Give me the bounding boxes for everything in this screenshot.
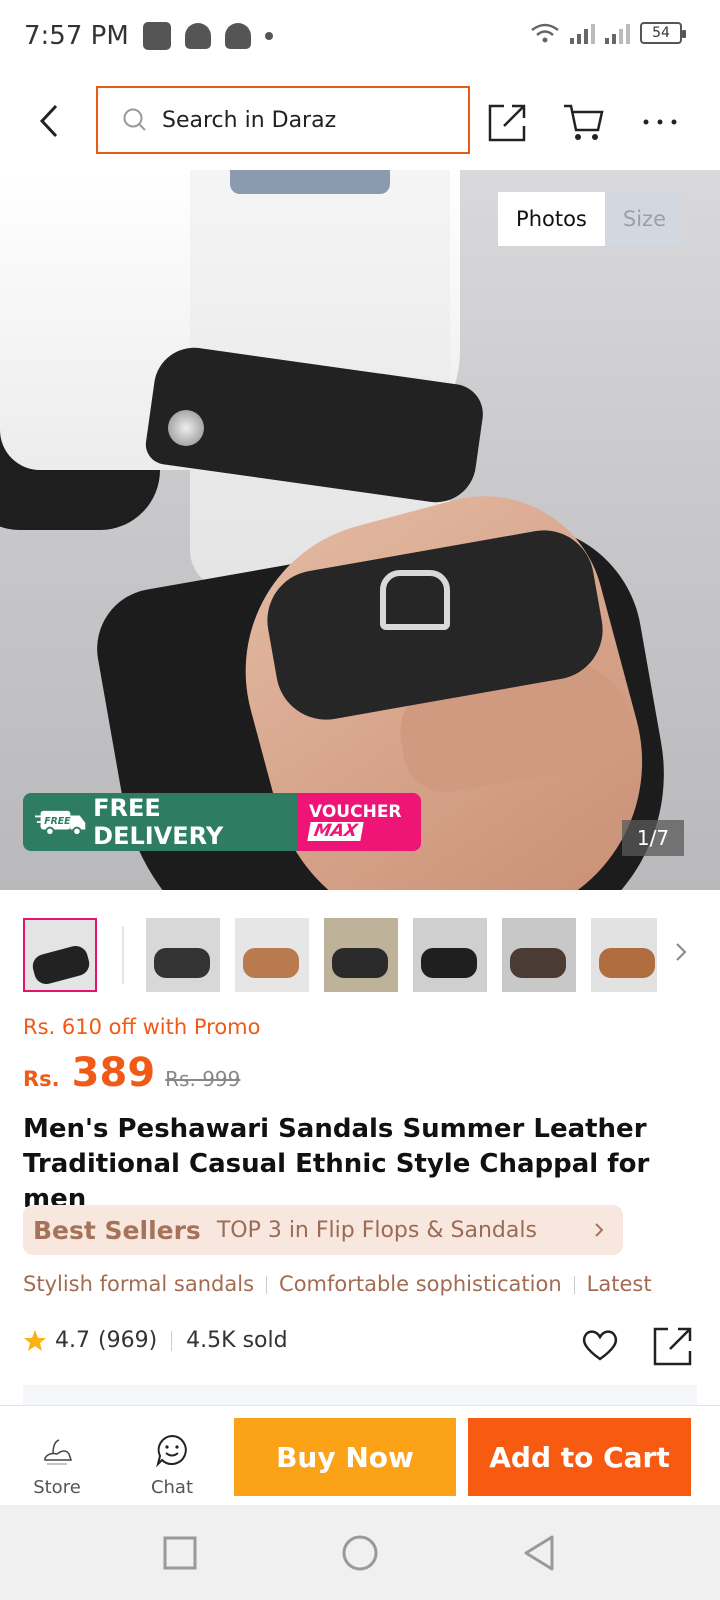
image-counter: 1/7: [622, 820, 684, 856]
tab-size[interactable]: Size: [604, 192, 684, 246]
store-logo-icon: [44, 1439, 73, 1465]
rating-count: (969): [98, 1328, 158, 1353]
original-price: Rs. 999: [165, 1067, 241, 1091]
rating-row[interactable]: 4.7 (969) 4.5K sold: [23, 1328, 288, 1353]
tag-item[interactable]: Comfortable sophistication: [279, 1272, 562, 1296]
voucher-max-badge: VOUCHER MAX: [297, 793, 421, 851]
photo-size-tabs: Photos Size: [498, 192, 684, 246]
snapchat-icon: [224, 23, 251, 49]
thumbnail-strip: [0, 910, 720, 994]
truck-icon: FREE: [35, 810, 86, 836]
chat-button[interactable]: Chat: [127, 1432, 217, 1498]
search-placeholder: Search in Daraz: [162, 107, 337, 133]
recent-apps-icon[interactable]: [160, 1533, 200, 1573]
rating-score: 4.7: [55, 1328, 90, 1353]
bestseller-logo: Best Sellers: [33, 1215, 201, 1245]
snapchat-icon: [184, 23, 211, 49]
chevron-right-icon[interactable]: [672, 940, 690, 964]
free-small-label: FREE: [44, 816, 71, 827]
share-icon[interactable]: [652, 1325, 694, 1367]
search-input[interactable]: Search in Daraz: [96, 86, 470, 154]
sold-count: 4.5K sold: [186, 1328, 288, 1353]
promo-badge: FREE FREE DELIVERY VOUCHER MAX: [23, 793, 421, 851]
battery-icon: 54: [640, 22, 686, 44]
status-bar: 7:57 PM 54: [0, 0, 720, 72]
promo-text: Rs. 610 off with Promo: [23, 1015, 261, 1039]
buy-now-button[interactable]: Buy Now: [234, 1418, 456, 1496]
chat-icon: [156, 1434, 187, 1468]
thumbnail[interactable]: [324, 918, 398, 992]
wifi-icon: [531, 23, 559, 43]
home-icon[interactable]: [340, 1533, 380, 1573]
store-label: Store: [33, 1477, 81, 1498]
free-delivery-label: FREE DELIVERY: [93, 794, 224, 850]
chevron-right-icon: [595, 1223, 604, 1237]
status-time: 7:57 PM: [24, 21, 129, 51]
store-button[interactable]: Store: [12, 1432, 102, 1498]
tab-photos[interactable]: Photos: [498, 192, 605, 246]
tag-item[interactable]: Latest: [587, 1272, 652, 1296]
back-icon[interactable]: [30, 98, 70, 144]
max-label: MAX: [307, 821, 364, 841]
voucher-label: VOUCHER: [309, 802, 402, 822]
thumbnail[interactable]: [235, 918, 309, 992]
bestseller-banner[interactable]: Best Sellers TOP 3 in Flip Flops & Sanda…: [23, 1205, 623, 1255]
thumbnail[interactable]: [591, 918, 657, 992]
product-title: Men's Peshawari Sandals Summer Leather T…: [23, 1114, 650, 1214]
system-nav-bar: [0, 1505, 720, 1600]
star-icon: [24, 1329, 46, 1351]
share-icon[interactable]: [486, 100, 530, 144]
cart-icon[interactable]: [562, 100, 606, 144]
thumbnail[interactable]: [146, 918, 220, 992]
current-price: 389: [71, 1050, 156, 1096]
price-row: Rs. 389 Rs. 999: [23, 1050, 240, 1096]
top-header: Search in Daraz: [0, 72, 720, 170]
dot-icon: [264, 32, 273, 40]
bottom-action-bar: Store Chat Buy Now Add to Cart: [0, 1405, 720, 1505]
chat-label: Chat: [150, 1477, 194, 1498]
free-delivery-badge: FREE FREE DELIVERY: [23, 793, 297, 851]
back-nav-icon[interactable]: [520, 1533, 560, 1573]
gallery-icon: [142, 22, 171, 50]
price-currency: Rs.: [23, 1067, 60, 1091]
heart-icon[interactable]: [580, 1325, 620, 1365]
thumbnail[interactable]: [23, 918, 97, 992]
product-image[interactable]: Photos Size FREE FREE DELIVERY VOUCHER M…: [0, 170, 720, 890]
more-icon[interactable]: [638, 100, 682, 144]
system-icons: 54: [530, 22, 686, 44]
notification-icons: [142, 22, 273, 50]
thumbnail[interactable]: [413, 918, 487, 992]
thumbnail[interactable]: [502, 918, 576, 992]
bestseller-text: TOP 3 in Flip Flops & Sandals: [216, 1217, 537, 1243]
tag-row: Stylish formal sandals Comfortable sophis…: [23, 1272, 720, 1308]
tag-item[interactable]: Stylish formal sandals: [23, 1272, 254, 1296]
signal-icon: [605, 22, 630, 44]
search-icon: [123, 108, 146, 131]
add-to-cart-button[interactable]: Add to Cart: [468, 1418, 691, 1496]
signal-icon: [570, 22, 595, 44]
